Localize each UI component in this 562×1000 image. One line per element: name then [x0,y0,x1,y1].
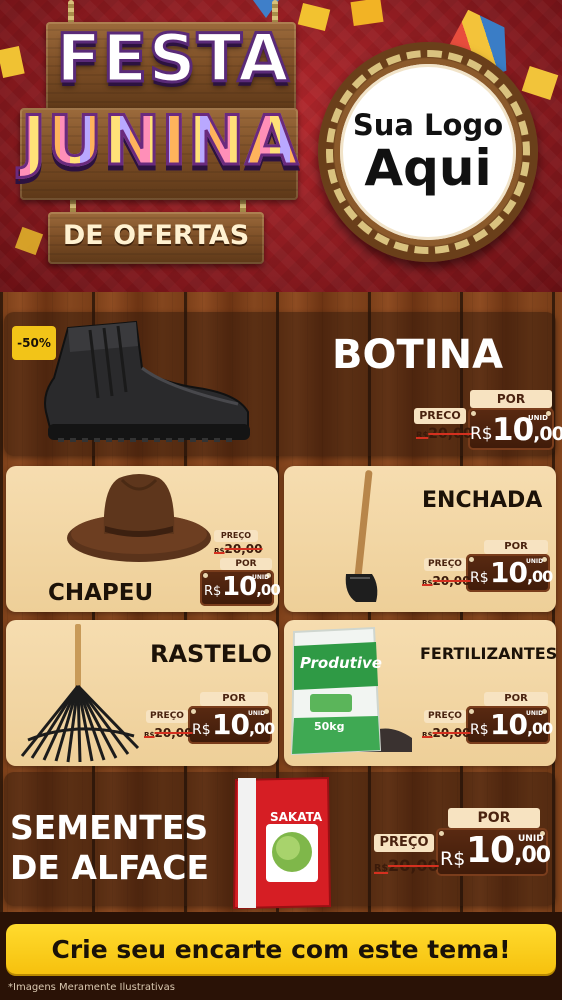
preco-label: PREÇO [146,710,188,723]
price-decimal: ,00 [514,843,551,868]
boot-icon [44,320,250,442]
old-price: R$20,00 [144,726,193,740]
price-integer: 10 [492,412,534,448]
hoe-icon [345,470,378,602]
old-price: R$20,00 [214,542,263,556]
bag-brand: Produtive [300,654,382,672]
unit-label: UNID [518,834,544,844]
old-price-value: 20,00 [388,856,439,875]
por-label: POR [200,692,268,706]
old-price-value: 20,00 [432,574,471,588]
price-decimal: ,00 [526,719,553,738]
preco-label: PREÇO [214,530,258,542]
logo-text-line1: Sua Logo [352,107,504,142]
bunting-flag [350,0,384,26]
product-name-line2: DE ALFACE [10,848,210,887]
title-de-ofertas: DE OFERTAS [62,220,250,251]
old-price-value: 20,00 [224,542,263,556]
por-label: POR [484,540,548,554]
price-integer: 10 [490,708,528,741]
product-name: CHAPEU [48,580,154,606]
old-price-value: 20,00 [432,726,471,740]
seed-packet-icon [232,776,332,910]
bunting-flag [297,2,331,32]
unit-label: UNID [252,574,270,581]
currency: R$ [192,722,211,738]
product-card-enchada: ENCHADA POR PREÇO R$20,00 R$ 10,00 UNID [284,466,556,612]
unit-label: UNID [526,710,544,717]
price-decimal: ,00 [526,567,553,586]
disclaimer-text: *Imagens Meramente Ilustrativas [8,982,175,993]
old-price-value: 20,00 [428,426,473,442]
old-currency: R$ [422,578,433,587]
title-festa: FESTA [55,19,291,99]
product-card-botina: -50% BOTINA POR PRECO R$20,00 R$ 10,00 U… [4,312,562,456]
old-currency: R$ [422,730,433,739]
por-label: POR [220,558,272,570]
old-currency: R$ [144,730,155,739]
preco-label: PREÇO [424,710,466,723]
preco-label: PRECO [414,408,466,424]
logo-text-line2: Aqui [364,138,492,197]
bunting-flag [521,66,559,100]
por-label: POR [470,390,552,408]
old-price: R$20,00 [422,574,471,588]
product-name: ENCHADA [422,488,543,513]
por-label: POR [448,808,540,828]
rake-icon [20,624,140,763]
product-card-chapeu: CHAPEU PREÇO R$20,00 POR R$ 10,00 UNID [6,466,281,612]
cta-button[interactable]: Crie seu encarte com este tema! [6,924,556,974]
unit-label: UNID [526,558,544,565]
price-integer: 10 [490,556,528,589]
old-currency: R$ [214,546,225,555]
product-name-line1: SEMENTES [10,808,209,847]
unit-label: UNID [528,414,548,422]
packet-brand: SAKATA [270,810,323,824]
currency: R$ [204,584,222,599]
currency: R$ [470,424,493,444]
currency: R$ [440,848,466,870]
title-junina: JUNINA [19,101,300,183]
price-decimal: ,00 [248,719,275,738]
preco-label: PREÇO [374,834,434,852]
product-name: BOTINA [332,332,504,378]
old-price: R$20,00 [374,856,439,875]
product-card-sementes: SEMENTES DE ALFACE SAKATA POR PREÇO R$20… [4,772,556,910]
old-currency: R$ [374,863,389,874]
header-banner: FESTA JUNINA DE OFERTAS Sua Logo Aqui [0,0,562,292]
product-card-rastelo: RASTELO POR PREÇO R$20,00 R$ 10,00 UNID [6,620,278,766]
old-price: R$20,00 [422,726,471,740]
por-label: POR [484,692,548,706]
bag-weight: 50kg [314,720,345,733]
product-name: FERTILIZANTES [420,644,558,663]
bunting-flag [0,46,25,78]
price-integer: 10 [466,830,515,871]
currency: R$ [470,570,489,586]
hat-icon [67,474,211,562]
price-integer: 10 [212,708,250,741]
price-decimal: ,00 [533,423,562,445]
product-card-fertilizantes: Produtive 50kg FERTILIZANTES POR PREÇO R… [284,620,558,766]
fertilizer-bag-icon [290,626,412,756]
unit-label: UNID [248,710,266,717]
price-decimal: ,00 [256,581,281,599]
price-value: 10,00 [492,412,562,448]
logo-placeholder: Sua Logo Aqui [340,64,516,240]
bunting-flag [14,226,44,256]
old-price: R$20,00 [416,426,473,442]
old-currency: R$ [416,430,429,440]
price-value: 10,00 [222,572,281,602]
preco-label: PREÇO [424,558,466,571]
currency: R$ [470,722,489,738]
old-price-value: 20,00 [154,726,193,740]
product-name: RASTELO [150,640,272,668]
